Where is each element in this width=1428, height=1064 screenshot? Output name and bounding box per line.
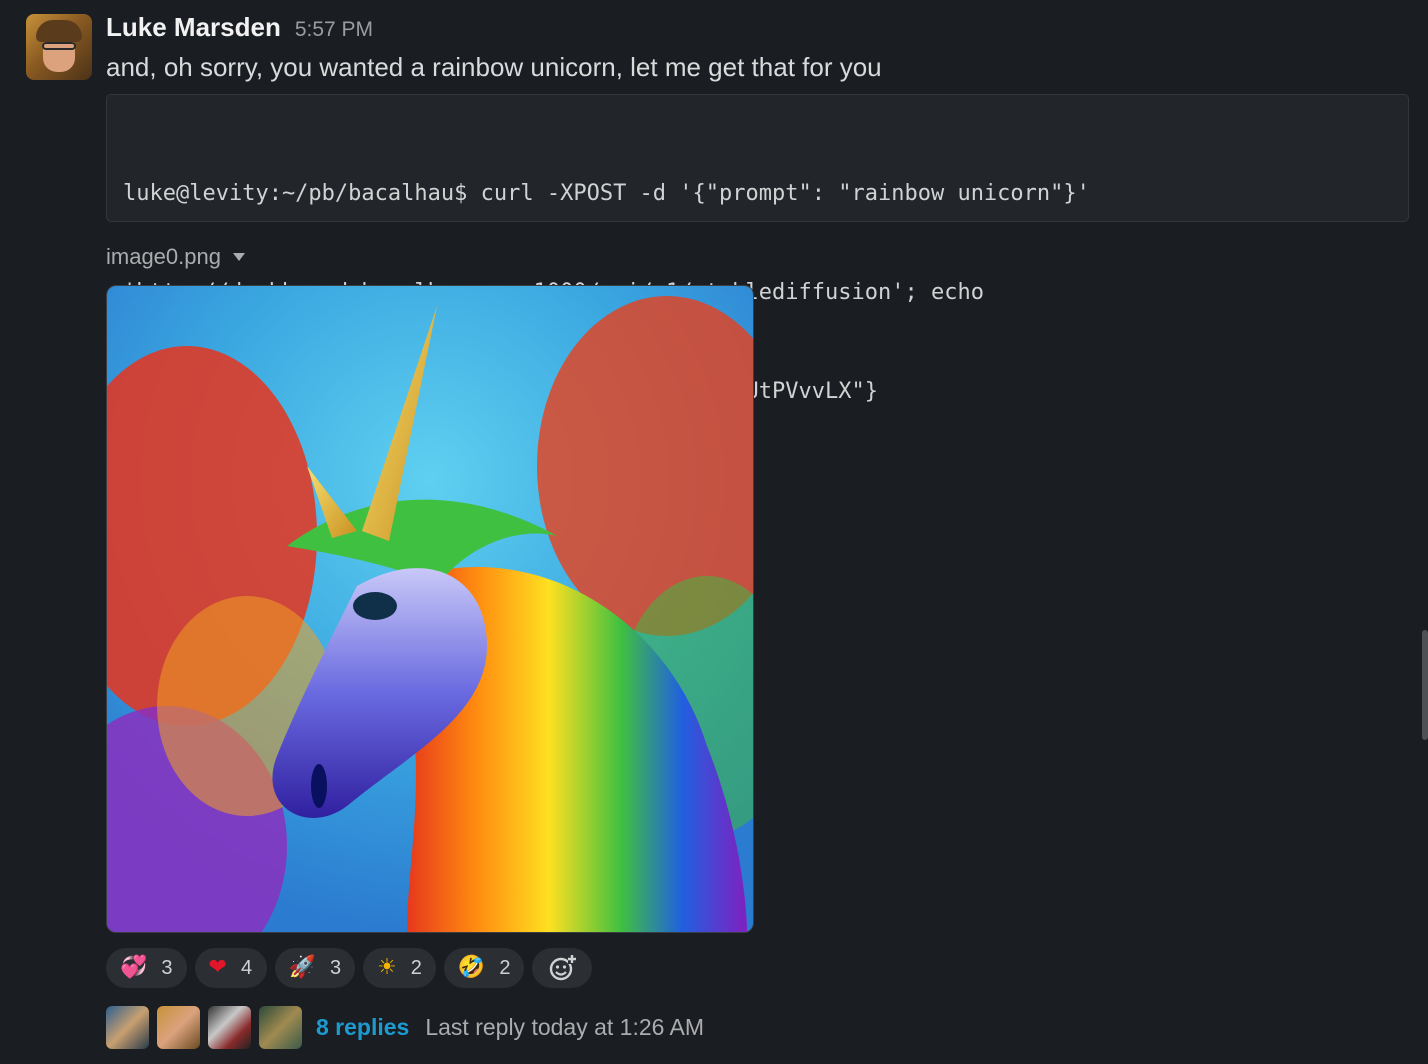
replies-link[interactable]: 8 replies — [316, 1014, 409, 1041]
scrollbar[interactable] — [1422, 630, 1428, 740]
replier-avatar — [259, 1006, 302, 1049]
attachment-filename: image0.png — [106, 244, 221, 269]
two-hearts-icon: 💞 — [120, 955, 148, 980]
add-reaction-icon — [550, 954, 577, 981]
reaction-two-hearts[interactable]: 💞 3 — [106, 948, 187, 988]
attachment-toggle[interactable]: image0.png — [106, 244, 245, 270]
message-timestamp[interactable]: 5:57 PM — [295, 18, 373, 42]
rocket-icon: 🚀 — [288, 955, 316, 980]
sun-icon: ☀ — [377, 955, 397, 980]
author-avatar[interactable] — [26, 14, 92, 80]
reaction-count: 2 — [410, 956, 422, 979]
reaction-heart[interactable]: ❤ 4 — [194, 948, 267, 988]
replier-avatar — [106, 1006, 149, 1049]
replier-avatar — [157, 1006, 200, 1049]
reaction-rofl[interactable]: 🤣 2 — [443, 948, 525, 988]
attached-image[interactable] — [106, 285, 754, 933]
message-text: and, oh sorry, you wanted a rainbow unic… — [106, 52, 882, 82]
add-reaction-button[interactable] — [532, 948, 593, 988]
reaction-rocket[interactable]: 🚀 3 — [274, 948, 356, 988]
last-reply-text: Last reply today at 1:26 AM — [425, 1014, 705, 1040]
reaction-count: 4 — [240, 956, 253, 979]
chevron-down-icon — [232, 253, 245, 261]
reactions-bar: 💞 3 ❤ 4 🚀 3 ☀ 2 🤣 2 — [106, 948, 593, 988]
thread-summary[interactable]: 8 replies Last reply today at 1:26 AM — [106, 1006, 704, 1049]
heart-icon: ❤ — [208, 955, 227, 980]
reaction-count: 2 — [499, 956, 511, 979]
reaction-count: 3 — [329, 956, 342, 979]
reaction-count: 3 — [161, 956, 173, 979]
replier-avatar — [208, 1006, 251, 1049]
code-line: luke@levity:~/pb/bacalhau$ curl -XPOST -… — [123, 181, 1090, 206]
code-block: luke@levity:~/pb/bacalhau$ curl -XPOST -… — [106, 94, 1409, 404]
unicorn-image — [107, 286, 753, 932]
message-header: Luke Marsden 5:57 PM — [106, 12, 373, 43]
reaction-sun[interactable]: ☀ 2 — [363, 948, 436, 988]
rofl-icon: 🤣 — [457, 955, 486, 980]
author-name[interactable]: Luke Marsden — [106, 12, 281, 43]
message: Luke Marsden 5:57 PM and, oh sorry, you … — [0, 0, 1428, 1064]
